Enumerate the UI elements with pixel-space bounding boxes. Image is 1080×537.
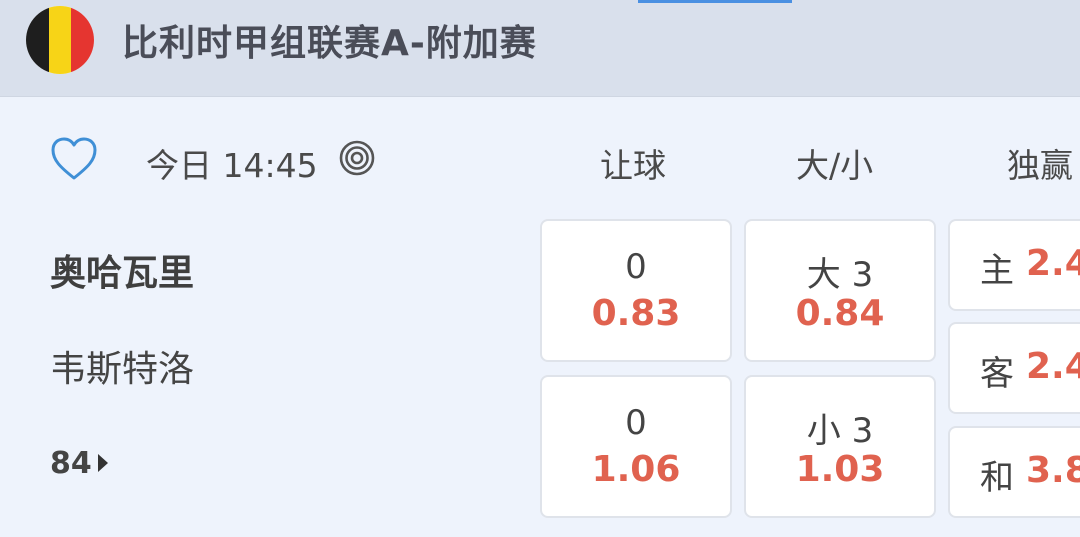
- league-title: 比利时甲组联赛A-附加赛: [122, 23, 537, 64]
- handicap-line: 0: [625, 247, 647, 287]
- result-label: 客: [980, 354, 1014, 394]
- home-win-odds-button[interactable]: 主 2.4: [948, 219, 1080, 311]
- under-odd: 1.03: [795, 449, 885, 490]
- active-tab-indicator: [638, 0, 792, 3]
- handicap-odd: 0.83: [591, 293, 681, 334]
- under-line: 小 3: [806, 411, 874, 451]
- handicap-home-odds-button[interactable]: 0 0.83: [540, 219, 732, 362]
- column-header-over-under: 大/小: [796, 146, 874, 185]
- result-label: 主: [980, 251, 1014, 291]
- result-odd: 3.8: [1026, 450, 1080, 491]
- result-odd: 2.4: [1026, 346, 1080, 387]
- draw-odds-button[interactable]: 和 3.8: [948, 426, 1080, 518]
- league-header[interactable]: 比利时甲组联赛A-附加赛: [0, 0, 1080, 97]
- under-odds-button[interactable]: 小 3 1.03: [744, 375, 936, 518]
- belgium-flag-icon: [26, 6, 94, 74]
- handicap-away-odds-button[interactable]: 0 1.06: [540, 375, 732, 518]
- match-time: 今日 14:45: [146, 146, 318, 185]
- favorite-heart-icon[interactable]: [50, 136, 98, 182]
- over-line: 大 3: [806, 255, 874, 295]
- over-odd: 0.84: [795, 293, 885, 334]
- away-team-name: 韦斯特洛: [50, 349, 195, 390]
- play-arrow-icon[interactable]: [96, 452, 110, 474]
- away-win-odds-button[interactable]: 客 2.4: [948, 322, 1080, 414]
- live-stats-icon[interactable]: [338, 139, 376, 177]
- column-header-match-result: 独赢: [1007, 146, 1073, 185]
- column-header-handicap: 让球: [600, 146, 666, 185]
- more-markets-count[interactable]: 84: [50, 446, 92, 481]
- home-team-name: 奥哈瓦里: [50, 253, 195, 294]
- handicap-odd: 1.06: [591, 449, 681, 490]
- over-odds-button[interactable]: 大 3 0.84: [744, 219, 936, 362]
- result-label: 和: [980, 458, 1014, 498]
- handicap-line: 0: [625, 403, 647, 443]
- result-odd: 2.4: [1026, 243, 1080, 284]
